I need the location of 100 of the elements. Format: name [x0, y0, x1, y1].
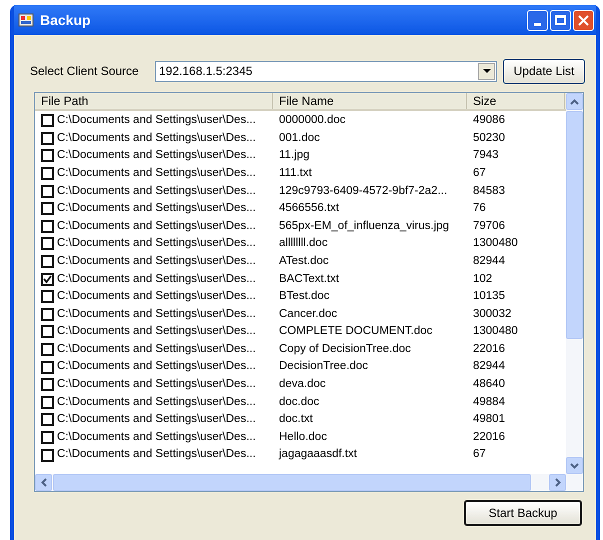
file-name-cell-text: 4566556.txt — [278, 201, 340, 216]
file-size-cell-text: 50230 — [472, 130, 506, 146]
file-size-cell-text: 84583 — [472, 184, 506, 199]
row-checkbox[interactable] — [41, 184, 54, 198]
file-size-cell-text: 10135 — [472, 289, 506, 304]
source-label: Select Client Source — [30, 63, 140, 80]
file-name-cell-text: 129c9793-6409-4572-9bf7-2a2... — [278, 184, 448, 199]
window-title: Backup — [40, 10, 92, 30]
file-size-cell-text: 82944 — [472, 254, 506, 269]
chevron-left-icon — [40, 478, 46, 487]
row-checkbox[interactable] — [41, 272, 54, 286]
file-name-cell-text: doc.txt — [278, 412, 314, 428]
file-size-cell-text: 67 — [472, 166, 487, 181]
maximize-button[interactable] — [550, 10, 571, 30]
minimize-button[interactable] — [527, 10, 548, 30]
file-size-cell-text: 1300480 — [472, 324, 519, 340]
file-path-cell-text: C:\Documents and Settings\user\Des... — [57, 254, 256, 269]
file-path-cell-text: C:\Documents and Settings\user\Des... — [57, 412, 256, 428]
close-icon — [578, 14, 589, 26]
file-size-cell-text: 49086 — [472, 113, 506, 128]
file-path-cell-text: C:\Documents and Settings\user\Des... — [57, 324, 256, 340]
file-path-cell-text: C:\Documents and Settings\user\Des... — [57, 430, 256, 445]
row-checkbox[interactable] — [41, 378, 54, 392]
file-path-cell-text: C:\Documents and Settings\user\Des... — [57, 272, 256, 287]
file-path-cell-text: C:\Documents and Settings\user\Des... — [57, 166, 256, 181]
row-checkbox[interactable] — [41, 114, 54, 128]
row-checkbox[interactable] — [41, 360, 54, 374]
file-path-cell-text: C:\Documents and Settings\user\Des... — [57, 218, 256, 234]
file-size-cell-text: 76 — [472, 201, 487, 216]
column-header[interactable]: File Path — [35, 93, 273, 109]
vertical-scrollbar[interactable] — [566, 93, 583, 474]
file-size-cell-text: 67 — [472, 447, 487, 462]
chevron-down-icon — [570, 462, 579, 468]
horizontal-scroll-thumb[interactable] — [53, 474, 531, 491]
row-checkbox[interactable] — [41, 202, 54, 216]
row-checkbox[interactable] — [41, 396, 54, 409]
scroll-up-button[interactable] — [566, 93, 583, 110]
column-header[interactable]: Size — [467, 93, 565, 109]
file-size-cell-text: 7943 — [472, 148, 500, 164]
file-path-cell-text: C:\Documents and Settings\user\Des... — [57, 130, 256, 146]
file-size-cell-text: 1300480 — [472, 236, 519, 252]
row-checkbox[interactable] — [41, 325, 54, 338]
row-checkbox[interactable] — [41, 430, 54, 444]
row-checkbox[interactable] — [41, 448, 54, 462]
scroll-left-button[interactable] — [35, 474, 52, 491]
update-list-button[interactable]: Update List — [503, 58, 585, 84]
file-name-cell-text: jagagaaasdf.txt — [278, 447, 358, 462]
row-checkbox[interactable] — [41, 308, 54, 321]
file-path-cell-text: C:\Documents and Settings\user\Des... — [57, 289, 256, 304]
file-size-cell-text: 22016 — [472, 342, 506, 357]
file-name-cell-text: COMPLETE DOCUMENT.doc — [278, 324, 434, 340]
chevron-up-icon — [570, 98, 579, 104]
column-header[interactable]: File Name — [273, 93, 467, 109]
file-name-cell-text: BTest.doc — [278, 289, 330, 304]
row-checkbox[interactable] — [41, 290, 54, 304]
file-size-cell-text: 48640 — [472, 377, 506, 392]
row-checkbox[interactable] — [41, 413, 54, 426]
file-name-cell-text: deva.doc — [278, 377, 327, 392]
file-name-cell-text: BACText.txt — [278, 272, 340, 287]
file-path-cell-text: C:\Documents and Settings\user\Des... — [57, 184, 256, 199]
file-size-cell-text: 49801 — [472, 412, 506, 428]
file-name-cell-text: 001.doc — [278, 130, 321, 146]
file-path-cell-text: C:\Documents and Settings\user\Des... — [57, 342, 256, 357]
file-name-cell-text: doc.doc — [278, 394, 320, 410]
file-path-cell-text: C:\Documents and Settings\user\Des... — [57, 394, 256, 410]
row-checkbox[interactable] — [41, 237, 54, 250]
scroll-down-button[interactable] — [566, 457, 583, 474]
file-path-cell-text: C:\Documents and Settings\user\Des... — [57, 447, 256, 462]
source-dropdown[interactable]: 192.168.1.5:2345 — [155, 60, 497, 82]
row-checkbox[interactable] — [41, 220, 54, 233]
file-size-cell-text: 49884 — [472, 394, 506, 410]
scroll-right-button[interactable] — [549, 474, 566, 491]
file-name-cell-text: 11.jpg — [278, 148, 310, 164]
file-name-cell-text: Cancer.doc — [278, 306, 338, 322]
file-size-cell-text: 102 — [472, 272, 494, 287]
file-path-cell-text: C:\Documents and Settings\user\Des... — [57, 377, 256, 392]
file-size-cell-text: 82944 — [472, 359, 506, 374]
file-name-cell-text: DecisionTree.doc — [278, 359, 370, 374]
close-button[interactable] — [573, 10, 594, 30]
row-checkbox[interactable] — [41, 255, 54, 268]
file-size-cell-text: 300032 — [472, 306, 512, 322]
row-checkbox[interactable] — [41, 132, 54, 145]
start-backup-button[interactable]: Start Backup — [464, 500, 582, 526]
file-path-cell-text: C:\Documents and Settings\user\Des... — [57, 201, 256, 216]
file-path-cell-text: C:\Documents and Settings\user\Des... — [57, 113, 256, 128]
row-checkbox[interactable] — [41, 149, 54, 162]
file-name-cell-text: 111.txt — [278, 166, 313, 181]
file-name-cell-text: 565px-EM_of_influenza_virus.jpg — [278, 218, 450, 234]
file-path-cell-text: C:\Documents and Settings\user\Des... — [57, 236, 256, 252]
chevron-right-icon — [554, 478, 560, 487]
file-name-cell-text: 0000000.doc — [278, 113, 347, 128]
app-icon — [18, 12, 34, 28]
file-name-cell-text: Copy of DecisionTree.doc — [278, 342, 412, 357]
file-size-cell-text: 79706 — [472, 218, 506, 234]
row-checkbox[interactable] — [41, 167, 54, 180]
file-size-cell-text: 22016 — [472, 430, 506, 445]
scroll-thumb[interactable] — [566, 111, 583, 339]
row-checkbox[interactable] — [41, 343, 54, 356]
file-name-cell-text: allllllll.doc — [278, 236, 329, 252]
file-path-cell-text: C:\Documents and Settings\user\Des... — [57, 359, 256, 374]
